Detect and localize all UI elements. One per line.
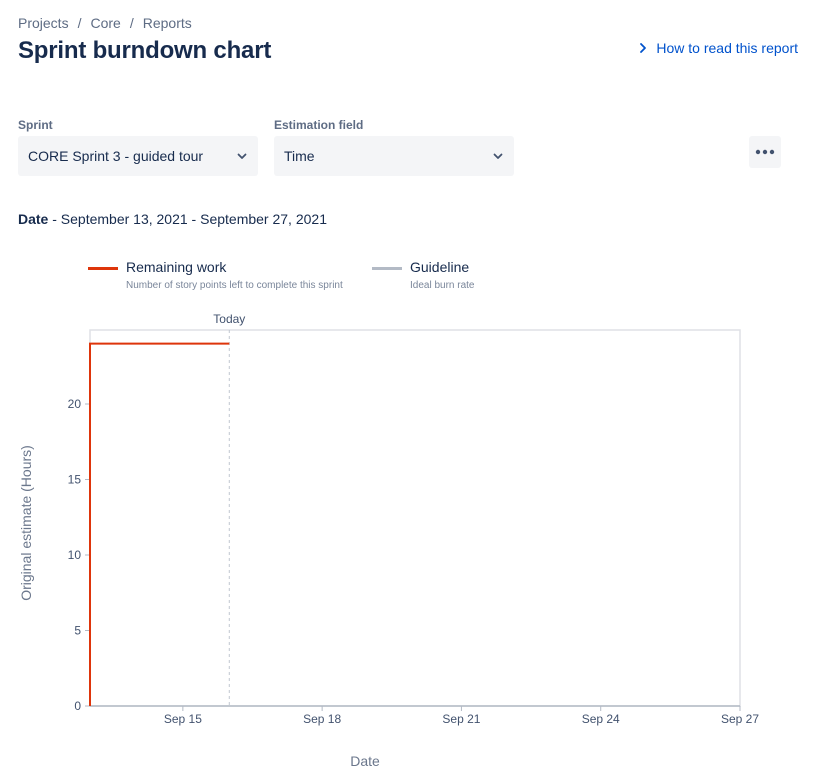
breadcrumb: Projects / Core / Reports [18, 15, 192, 31]
y-tick-label: 10 [68, 548, 82, 562]
y-tick-label: 20 [68, 397, 82, 411]
plot-area [89, 329, 741, 707]
y-axis-title: Original estimate (Hours) [18, 445, 34, 601]
legend-title: Guideline [410, 259, 470, 275]
x-tick-label: Sep 15 [164, 712, 202, 726]
sprint-select-value: CORE Sprint 3 - guided tour [28, 148, 204, 164]
sprint-select[interactable]: CORE Sprint 3 - guided tour [18, 136, 258, 176]
more-horizontal-icon [755, 149, 775, 155]
x-tick-label: Sep 24 [582, 712, 620, 726]
estimation-field-label: Estimation field [274, 118, 364, 132]
how-to-read-link[interactable]: How to read this report [639, 40, 798, 56]
date-range: Date - September 13, 2021 - September 27… [18, 211, 327, 227]
estimation-field-select[interactable]: Time [274, 136, 514, 176]
legend-title: Remaining work [126, 259, 227, 275]
sprint-label: Sprint [18, 118, 53, 132]
y-tick-label: 5 [74, 623, 81, 637]
legend-subtitle: Ideal burn rate [410, 280, 475, 291]
breadcrumb-separator: / [129, 15, 134, 31]
breadcrumb-core[interactable]: Core [90, 15, 120, 31]
y-tick-label: 15 [68, 472, 82, 486]
date-range-text: - September 13, 2021 - September 27, 202… [52, 211, 327, 227]
x-tick-label: Sep 18 [303, 712, 341, 726]
estimation-field-value: Time [284, 148, 315, 164]
page-title: Sprint burndown chart [18, 37, 272, 64]
legend-swatch-guideline [372, 267, 402, 270]
series-line-remaining-work [89, 342, 230, 706]
x-tick-label: Sep 21 [442, 712, 480, 726]
chevron-down-icon [237, 153, 247, 159]
legend-subtitle: Number of story points left to complete … [126, 280, 343, 291]
chevron-right-icon [640, 43, 647, 53]
breadcrumb-projects[interactable]: Projects [18, 15, 69, 31]
x-axis-title: Date [350, 753, 380, 769]
how-to-read-label: How to read this report [656, 40, 798, 56]
chevron-down-icon [493, 153, 503, 159]
burndown-chart: 0 5 10 15 20 Sep 15 Sep 18 Sep 21 Sep 24 Sep 27 To… [18, 312, 759, 769]
legend-swatch-remaining [88, 267, 118, 270]
y-tick-label: 0 [74, 699, 81, 713]
more-actions-button[interactable] [749, 136, 781, 168]
breadcrumb-separator: / [77, 15, 82, 31]
today-label: Today [213, 312, 245, 326]
x-tick-label: Sep 27 [721, 712, 759, 726]
date-range-label: Date [18, 211, 49, 227]
breadcrumb-reports[interactable]: Reports [143, 15, 192, 31]
